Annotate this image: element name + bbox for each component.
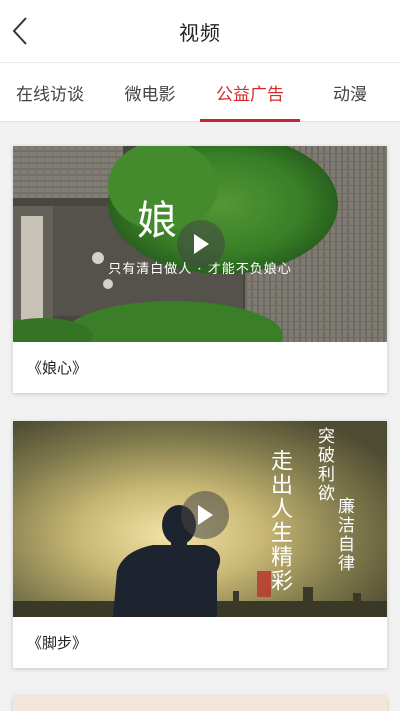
video-card[interactable] <box>13 696 387 711</box>
overlay-char: 娘 <box>137 198 177 244</box>
play-icon <box>194 234 209 254</box>
video-thumbnail[interactable]: 突破利欲 廉洁自律 走出人生精彩 <box>13 421 387 617</box>
video-card[interactable]: 突破利欲 廉洁自律 走出人生精彩 《脚步》 <box>13 421 387 668</box>
video-title[interactable]: 《脚步》 <box>13 617 387 668</box>
play-button[interactable] <box>177 220 225 268</box>
chevron-left-icon <box>12 17 27 45</box>
seal-stamp <box>257 571 271 597</box>
tab-animation[interactable]: 动漫 <box>300 63 400 121</box>
tab-online-interview[interactable]: 在线访谈 <box>0 63 100 121</box>
video-thumbnail[interactable]: 娘 只有清白做人 · 才能不负娘心 <box>13 146 387 342</box>
video-title[interactable]: 《娘心》 <box>13 342 387 393</box>
header-bar: 视频 <box>0 0 400 62</box>
play-icon <box>198 505 213 525</box>
tab-micro-film[interactable]: 微电影 <box>100 63 200 121</box>
back-button[interactable] <box>6 14 34 48</box>
play-button[interactable] <box>181 491 229 539</box>
category-tabs: 在线访谈 微电影 公益广告 动漫 <box>0 62 400 122</box>
video-card[interactable]: 娘 只有清白做人 · 才能不负娘心 《娘心》 <box>13 146 387 393</box>
overlay-slogan-1: 突破利欲 <box>314 427 334 503</box>
video-list[interactable]: 娘 只有清白做人 · 才能不负娘心 《娘心》 突破利欲 廉洁自律 走出人生精彩 … <box>0 122 400 711</box>
page-title: 视频 <box>179 20 221 45</box>
tab-public-service-ad[interactable]: 公益广告 <box>200 63 300 122</box>
overlay-slogan-2: 廉洁自律 <box>334 497 354 573</box>
